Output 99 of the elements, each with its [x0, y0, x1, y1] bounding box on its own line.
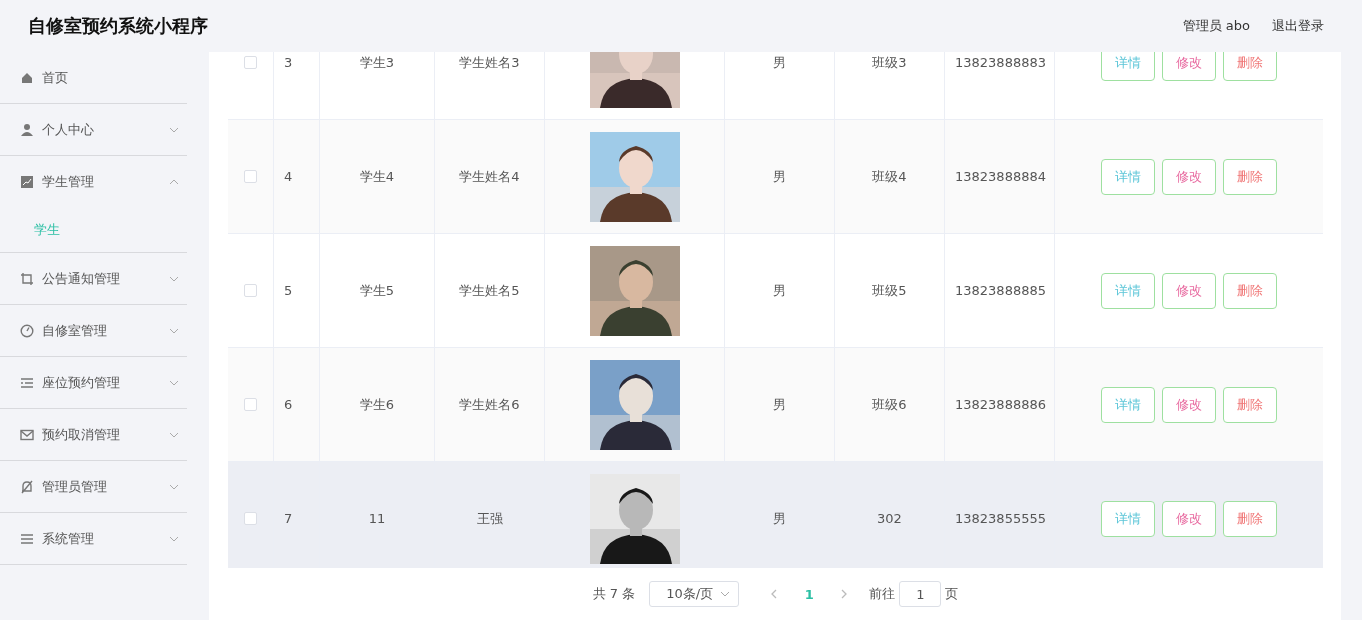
- caret-down-icon: [169, 327, 179, 334]
- table-cell: 王强: [476, 509, 503, 528]
- home-icon: [20, 70, 34, 85]
- row-checkbox[interactable]: [244, 398, 257, 411]
- details-button[interactable]: 详情: [1101, 500, 1155, 537]
- caret-up-icon: [169, 179, 179, 185]
- table-cell: 5: [284, 283, 293, 298]
- table-cell: 学生5: [359, 281, 395, 300]
- goto-label: 前往: [869, 585, 896, 603]
- sidebar-item[interactable]: 个人中心: [0, 104, 187, 156]
- sidebar-item[interactable]: 首页: [0, 52, 187, 104]
- table-cell: 学生6: [359, 395, 395, 414]
- table-cell: 男: [773, 53, 786, 72]
- table-cell: 班级4: [872, 167, 907, 186]
- caret-down-icon: [169, 431, 179, 438]
- delete-button[interactable]: 删除: [1223, 158, 1277, 195]
- row-checkbox[interactable]: [244, 170, 257, 183]
- details-button[interactable]: 详情: [1101, 272, 1155, 309]
- caret-down-icon: [169, 379, 179, 386]
- page-number[interactable]: 1: [789, 586, 830, 602]
- edit-button[interactable]: 修改: [1162, 52, 1216, 81]
- table-cell: 13823888884: [955, 169, 1046, 184]
- table-cell: 男: [773, 167, 786, 186]
- menu-label: 座位预约管理: [42, 373, 121, 392]
- menu-label: 学生管理: [42, 173, 95, 191]
- chart-icon: [20, 175, 34, 189]
- delete-button[interactable]: 删除: [1223, 52, 1277, 81]
- edit-button[interactable]: 修改: [1162, 386, 1216, 423]
- table-cell: 4: [284, 169, 293, 184]
- table-cell: 13823888885: [955, 283, 1046, 298]
- delete-button[interactable]: 删除: [1223, 272, 1277, 309]
- menu-icon: [20, 531, 34, 546]
- table-cell: 6: [284, 397, 293, 412]
- table-cell: 学生4: [359, 167, 395, 186]
- table-cell: 学生姓名6: [459, 395, 520, 414]
- menu-label: 系统管理: [42, 529, 95, 548]
- row-checkbox[interactable]: [244, 284, 257, 297]
- row-checkbox[interactable]: [244, 512, 257, 525]
- edit-button[interactable]: 修改: [1162, 500, 1216, 537]
- details-button[interactable]: 详情: [1101, 158, 1155, 195]
- page-size-select[interactable]: 10条/页: [649, 581, 740, 607]
- menu-label: 个人中心: [42, 120, 95, 139]
- table-cell: 13823888886: [955, 397, 1046, 412]
- logout-link[interactable]: 退出登录: [1272, 17, 1324, 35]
- details-button[interactable]: 详情: [1101, 386, 1155, 423]
- bell-off-icon: [20, 479, 34, 494]
- sidebar-item[interactable]: 自修室管理: [0, 305, 187, 357]
- table-cell: 11: [368, 511, 386, 526]
- details-button[interactable]: 详情: [1101, 52, 1155, 81]
- chevron-left-icon[interactable]: [771, 589, 778, 599]
- crop-icon: [20, 271, 34, 286]
- table-cell: 男: [773, 395, 786, 414]
- page-size-value: 10条/页: [666, 585, 714, 603]
- row-checkbox[interactable]: [244, 56, 257, 69]
- table-cell: 学生姓名4: [459, 167, 520, 186]
- caret-down-icon: [720, 591, 731, 597]
- table-cell: 班级6: [872, 395, 907, 414]
- edit-button[interactable]: 修改: [1162, 272, 1216, 309]
- menu-label: 管理员管理: [42, 477, 108, 496]
- app-title: 自修室预约系统小程序: [28, 14, 208, 38]
- chevron-right-icon[interactable]: [841, 589, 848, 599]
- sidebar-item[interactable]: 管理员管理: [0, 461, 187, 513]
- sidebar-item[interactable]: 学生管理: [0, 156, 187, 208]
- table-cell: 7: [284, 511, 293, 526]
- table-cell: 男: [773, 509, 786, 528]
- menu-label: 自修室管理: [42, 321, 108, 340]
- submenu-item[interactable]: 学生: [0, 208, 187, 252]
- delete-button[interactable]: 删除: [1223, 386, 1277, 423]
- page-unit: 页: [945, 585, 959, 603]
- delete-button[interactable]: 删除: [1223, 500, 1277, 537]
- caret-down-icon: [169, 483, 179, 490]
- list-icon: [20, 375, 34, 390]
- table-cell: 13823855555: [955, 511, 1046, 526]
- table-cell: 学生3: [359, 53, 395, 72]
- sidebar-item[interactable]: 公告通知管理: [0, 253, 187, 305]
- table-cell: 302: [877, 511, 902, 526]
- total-count: 共 7 条: [592, 585, 636, 603]
- page-input[interactable]: 1: [899, 581, 942, 607]
- edit-button[interactable]: 修改: [1162, 158, 1216, 195]
- sidebar-item[interactable]: 系统管理: [0, 513, 187, 565]
- table-cell: 3: [284, 55, 293, 70]
- caret-down-icon: [169, 535, 179, 542]
- table-cell: 学生姓名5: [459, 281, 520, 300]
- user-icon: [20, 122, 34, 137]
- table-cell: 13823888883: [955, 55, 1046, 70]
- sidebar-item[interactable]: 预约取消管理: [0, 409, 187, 461]
- caret-down-icon: [169, 126, 179, 133]
- table-cell: 男: [773, 281, 786, 300]
- user-label: 管理员 abo: [1182, 17, 1250, 35]
- caret-down-icon: [169, 275, 179, 282]
- menu-label: 首页: [42, 68, 69, 87]
- table-cell: 班级3: [872, 53, 907, 72]
- table-cell: 学生姓名3: [459, 53, 520, 72]
- sidebar-item[interactable]: 座位预约管理: [0, 357, 187, 409]
- menu-label: 公告通知管理: [42, 269, 121, 288]
- mail-icon: [20, 427, 34, 442]
- gauge-icon: [20, 323, 34, 338]
- table-cell: 班级5: [872, 281, 907, 300]
- menu-label: 预约取消管理: [42, 425, 121, 444]
